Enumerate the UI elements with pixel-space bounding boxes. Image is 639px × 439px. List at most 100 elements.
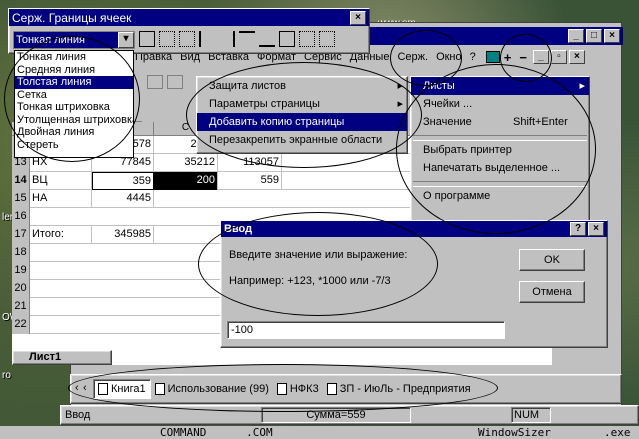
dialog-prompt: Введите значение или выражение: — [229, 249, 408, 261]
menu-item-highlighted[interactable]: Листы ▸ — [411, 77, 589, 95]
maximize-button[interactable]: □ — [586, 29, 602, 43]
line-type-value: Тонкая линия — [14, 32, 118, 48]
line-option[interactable]: Утолщенная штриховка — [15, 114, 133, 127]
monitor-icon[interactable] — [485, 51, 500, 63]
scroll-left-icon[interactable]: ‹ — [75, 382, 79, 394]
border-grid-icon[interactable] — [159, 31, 175, 47]
minimize-button[interactable]: _ — [568, 29, 584, 43]
cell-selected[interactable]: 359 — [92, 172, 154, 190]
menu-item[interactable]: Защита листов ▸ — [197, 77, 407, 95]
chevron-down-icon[interactable]: ▾ — [118, 32, 134, 48]
chevron-right-icon: ▸ — [397, 80, 403, 92]
chevron-right-icon: ▸ — [397, 98, 403, 110]
workbook-icon — [326, 383, 337, 395]
line-option[interactable]: Тонкая линия — [15, 51, 133, 64]
row-number[interactable]: 17 — [12, 226, 30, 244]
status-bar: Ввод Сумма=559 NUM — [60, 405, 639, 425]
cell[interactable]: 345985 — [92, 226, 154, 244]
help-button[interactable]: ? — [570, 222, 586, 236]
print-icon[interactable] — [147, 75, 163, 89]
border-bottom-icon[interactable] — [259, 31, 275, 47]
workbook-tab[interactable]: Использование (99) — [151, 379, 273, 399]
taskbar-item[interactable]: COMMAND .COM — [160, 426, 273, 439]
border-outline-icon[interactable] — [139, 31, 155, 47]
menu-help[interactable]: ? — [466, 51, 480, 63]
cell-selected-active[interactable]: 200 — [154, 172, 218, 190]
cell[interactable]: ВЦ — [30, 172, 92, 190]
menu-item-label: Напечатать выделенное ... — [423, 162, 561, 174]
border-inner-icon[interactable] — [179, 31, 195, 47]
status-mode: Ввод — [65, 409, 91, 421]
workbook-tab[interactable]: НФК3 — [273, 379, 323, 399]
sheet-tab-label: Лист1 — [29, 351, 62, 363]
borders-toolbar: Серж. Границы ячеек × Тонкая линия ▾ — [8, 8, 370, 54]
tab-label: Использование (99) — [167, 383, 269, 395]
menu-item[interactable]: Параметры страницы ▸ — [197, 95, 407, 113]
workbook-tab-active[interactable]: Книга1 — [93, 379, 151, 399]
row-number[interactable]: 18 — [12, 244, 30, 262]
doc-restore-button[interactable]: ▫ — [550, 50, 567, 64]
border-cross-icon[interactable] — [279, 31, 295, 47]
line-option[interactable]: Сетка — [15, 89, 133, 102]
line-option[interactable]: Тонкая штриховка — [15, 101, 133, 114]
ok-button[interactable]: OK — [519, 249, 585, 271]
workbook-tabs: Книга1 Использование (99) НФК3 ЗП - ИюЛь… — [93, 379, 475, 399]
workbook-icon — [154, 383, 165, 395]
menu-serzh[interactable]: Серж. — [393, 51, 432, 63]
cell[interactable]: 35212 — [154, 154, 218, 172]
minus-icon[interactable]: − — [515, 50, 531, 65]
line-option-selected[interactable]: Толстая линия — [15, 76, 133, 89]
taskbar-item[interactable]: WindowSizer — [478, 426, 551, 439]
taskbar-ext: .exe — [604, 426, 631, 439]
doc-close-button[interactable]: × — [568, 50, 585, 64]
line-type-list: Тонкая линия Средняя линия Толстая линия… — [14, 50, 134, 158]
row-number[interactable]: 16 — [12, 208, 30, 226]
border-diagonal-icon[interactable] — [299, 31, 315, 47]
cell[interactable]: 113057 — [218, 154, 282, 172]
line-option[interactable]: Стереть — [15, 139, 133, 152]
border-left-icon[interactable] — [199, 31, 215, 47]
desktop-label: ro — [2, 370, 11, 381]
chevron-right-icon: ▸ — [579, 80, 585, 92]
preview-icon[interactable] — [167, 75, 183, 89]
row-number[interactable]: 22 — [12, 316, 30, 334]
cell[interactable]: НА — [30, 190, 92, 208]
sheet-tab-inner[interactable]: Лист1 — [12, 350, 112, 365]
cell[interactable]: Итого: — [30, 226, 92, 244]
menu-item[interactable]: Ячейки ... — [411, 95, 589, 113]
line-option[interactable]: Двойная линия — [15, 126, 133, 139]
close-button[interactable]: × — [350, 10, 366, 25]
taskbar: COMMAND .COM WindowSizer .exe — [0, 426, 639, 439]
row-number[interactable]: 15 — [12, 190, 30, 208]
scroll-right-icon[interactable]: ‹ — [83, 382, 87, 394]
menu-item[interactable]: Значение Shift+Enter — [411, 113, 589, 131]
line-option[interactable]: Средняя линия — [15, 64, 133, 77]
border-top-icon[interactable] — [239, 31, 255, 47]
line-type-select[interactable]: Тонкая линия ▾ — [13, 31, 135, 49]
plus-icon[interactable]: + — [500, 50, 516, 65]
row-number[interactable]: 19 — [12, 262, 30, 280]
border-right-icon[interactable] — [219, 31, 235, 47]
close-button[interactable]: × — [588, 222, 604, 236]
menu-item-label: Ячейки ... — [423, 98, 473, 110]
menu-item[interactable]: О программе — [411, 187, 589, 205]
row-number[interactable]: 21 — [12, 298, 30, 316]
row-number[interactable]: 20 — [12, 280, 30, 298]
workbook-tab[interactable]: ЗП - ИюЛь - Предприятия — [323, 379, 475, 399]
menu-item-label: Листы — [423, 80, 455, 92]
cell[interactable]: 559 — [218, 172, 282, 190]
menu-item-highlighted[interactable]: Добавить копию страницы — [197, 113, 407, 131]
menu-item[interactable]: Напечатать выделенное ... — [411, 159, 589, 177]
menu-window[interactable]: Окно — [432, 51, 466, 63]
menu-item-label: Добавить копию страницы — [209, 116, 345, 128]
border-diagonal-icon[interactable] — [319, 31, 335, 47]
doc-minimize-button[interactable]: _ — [532, 50, 549, 64]
cell[interactable]: 4445 — [92, 190, 154, 208]
close-button[interactable]: × — [604, 29, 620, 43]
cancel-button[interactable]: Отмена — [519, 281, 585, 303]
row-number[interactable]: 14 — [12, 172, 30, 190]
menu-item[interactable]: Перезакрепить экранные области — [197, 131, 407, 149]
value-input[interactable]: -100 — [227, 321, 505, 339]
menu-item[interactable]: Выбрать принтер — [411, 141, 589, 159]
tab-label: ЗП - ИюЛь - Предприятия — [339, 383, 471, 395]
